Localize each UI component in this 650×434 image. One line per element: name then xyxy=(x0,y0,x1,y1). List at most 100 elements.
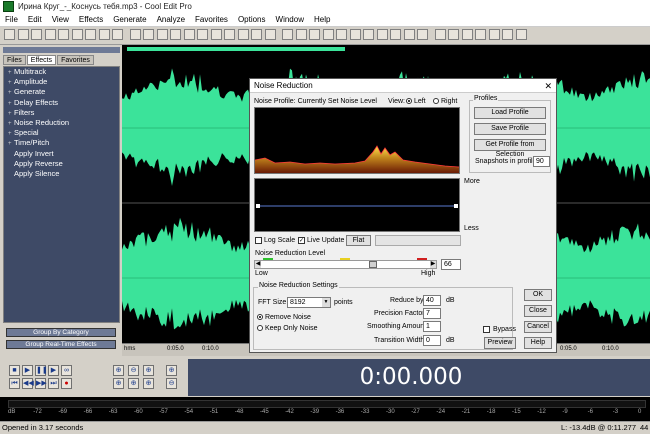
toolbar-button-icon[interactable] xyxy=(183,29,195,40)
toolbar-button-icon[interactable] xyxy=(282,29,293,40)
zoom-out-vertical-icon[interactable]: ⊖ xyxy=(166,378,177,389)
effects-list-item[interactable]: + Generate xyxy=(4,87,119,97)
stop-button[interactable]: ■ xyxy=(9,365,20,376)
toolbar-button-icon[interactable] xyxy=(44,29,56,40)
toolbar-button-icon[interactable] xyxy=(322,29,334,40)
toolbar-button-icon[interactable] xyxy=(403,29,415,40)
effects-list-item[interactable]: + Noise Reduction xyxy=(4,118,119,128)
toolbar-button-icon[interactable] xyxy=(112,29,123,40)
curve-handle-left[interactable] xyxy=(256,204,260,208)
toolbar-button-icon[interactable] xyxy=(475,29,486,40)
toolbar-button-icon[interactable] xyxy=(502,29,513,40)
toolbar-button-icon[interactable] xyxy=(170,29,181,40)
zoom-full-icon[interactable]: ⊕ xyxy=(143,365,154,376)
tab-effects[interactable]: Effects xyxy=(26,55,57,65)
ok-button[interactable]: OK xyxy=(524,289,552,301)
chevron-down-icon[interactable]: ▼ xyxy=(322,298,330,307)
nr-level-slider[interactable]: ◀ ▶ xyxy=(254,260,437,269)
live-update-checkbox[interactable]: ✓ xyxy=(298,237,305,244)
toolbar-button-icon[interactable] xyxy=(434,29,446,40)
menu-options[interactable]: Options xyxy=(233,15,271,24)
effects-list-item[interactable]: + Filters xyxy=(4,108,119,118)
close-icon[interactable]: ✕ xyxy=(544,79,552,93)
reduce-by-input[interactable]: 40 xyxy=(423,295,441,306)
group-by-category-button[interactable]: Group By Category xyxy=(6,328,116,337)
help-button[interactable]: Help xyxy=(524,337,552,349)
flat-button[interactable]: Flat xyxy=(346,235,371,246)
effects-list-item[interactable]: + Special xyxy=(4,128,119,138)
reduction-curve[interactable] xyxy=(255,179,459,231)
nr-level-thumb[interactable] xyxy=(368,261,377,268)
loop-button[interactable]: ∞ xyxy=(61,365,72,376)
remove-noise-radio[interactable]: Remove Noise xyxy=(257,314,311,321)
smoothing-input[interactable]: 1 xyxy=(423,321,441,332)
effects-list-item[interactable]: Apply Reverse xyxy=(4,159,119,169)
toolbar-button-icon[interactable] xyxy=(197,29,208,40)
toolbar-button-icon[interactable] xyxy=(85,29,96,40)
snapshots-input[interactable]: 90 xyxy=(533,156,550,167)
toolbar-button-icon[interactable] xyxy=(336,29,347,40)
menu-favorites[interactable]: Favorites xyxy=(190,15,233,24)
toolbar-button-icon[interactable] xyxy=(98,29,110,40)
toolbar-button-icon[interactable] xyxy=(143,29,154,40)
toolbar-button-icon[interactable] xyxy=(129,29,141,40)
log-scale-checkbox[interactable] xyxy=(255,237,262,244)
slider-right-arrow-icon[interactable]: ▶ xyxy=(430,261,436,268)
toolbar-button-icon[interactable] xyxy=(349,29,361,40)
toolbar-button-icon[interactable] xyxy=(488,29,500,40)
toolbar-button-icon[interactable] xyxy=(363,29,374,40)
go-to-end-button[interactable]: ⏭ xyxy=(48,378,59,389)
load-profile-button[interactable]: Load Profile xyxy=(474,107,546,119)
curve-handle-right[interactable] xyxy=(454,204,458,208)
zoom-out-horizontal-icon[interactable]: ⊖ xyxy=(128,365,139,376)
toolbar-button-icon[interactable] xyxy=(417,29,428,40)
save-profile-button[interactable]: Save Profile xyxy=(474,123,546,135)
zoom-in-vertical-icon[interactable]: ⊕ xyxy=(166,365,177,376)
slider-left-arrow-icon[interactable]: ◀ xyxy=(255,261,261,268)
toolbar-button-icon[interactable] xyxy=(390,29,401,40)
close-button[interactable]: Close xyxy=(524,305,552,317)
toolbar-button-icon[interactable] xyxy=(210,29,222,40)
toolbar-button-icon[interactable] xyxy=(376,29,388,40)
toolbar-button-icon[interactable] xyxy=(515,29,527,40)
group-realtime-button[interactable]: Group Real-Time Effects xyxy=(6,340,116,349)
zoom-right-icon[interactable]: ⊕ xyxy=(128,378,139,389)
toolbar-button-icon[interactable] xyxy=(309,29,320,40)
toolbar-button-icon[interactable] xyxy=(264,29,276,40)
bypass-checkbox[interactable] xyxy=(483,326,490,333)
view-left-radio[interactable]: Left xyxy=(406,98,426,105)
zoom-left-icon[interactable]: ⊕ xyxy=(113,378,124,389)
effects-list-item[interactable]: + Multitrack xyxy=(4,67,119,77)
toolbar-button-icon[interactable] xyxy=(17,29,29,40)
menu-window[interactable]: Window xyxy=(271,15,309,24)
effects-list-item[interactable]: Apply Silence xyxy=(4,169,119,179)
view-right-radio[interactable]: Right xyxy=(433,98,457,105)
transition-input[interactable]: 0 xyxy=(423,335,441,346)
pause-button[interactable]: ❚❚ xyxy=(35,365,48,376)
menu-view[interactable]: View xyxy=(47,15,74,24)
toolbar-button-icon[interactable] xyxy=(251,29,262,40)
keep-noise-radio[interactable]: Keep Only Noise xyxy=(257,325,317,332)
precision-input[interactable]: 7 xyxy=(423,308,441,319)
toolbar-button-icon[interactable] xyxy=(224,29,235,40)
menu-help[interactable]: Help xyxy=(309,15,335,24)
get-profile-button[interactable]: Get Profile from Selection xyxy=(474,139,546,158)
play-to-end-button[interactable]: ▶ xyxy=(48,365,59,376)
play-button[interactable]: ▶ xyxy=(22,365,33,376)
zoom-in-horizontal-icon[interactable]: ⊕ xyxy=(113,365,124,376)
zoom-selection-icon[interactable]: ⊕ xyxy=(143,378,154,389)
fft-size-select[interactable]: 8192 ▼ xyxy=(287,297,331,308)
effects-list-item[interactable]: + Time/Pitch xyxy=(4,138,119,148)
toolbar-button-icon[interactable] xyxy=(71,29,83,40)
toolbar-button-icon[interactable] xyxy=(295,29,307,40)
overview-bar[interactable] xyxy=(122,45,650,53)
toolbar-button-icon[interactable] xyxy=(156,29,168,40)
fast-forward-button[interactable]: ▶▶ xyxy=(35,378,47,389)
effects-list-item[interactable]: Apply Invert xyxy=(4,149,119,159)
record-button[interactable]: ● xyxy=(61,378,72,389)
effects-list-item[interactable]: + Amplitude xyxy=(4,77,119,87)
preview-button[interactable]: Preview xyxy=(484,337,516,349)
visible-range-indicator[interactable] xyxy=(127,47,345,51)
nr-level-input[interactable]: 66 xyxy=(441,259,461,270)
menu-generate[interactable]: Generate xyxy=(108,15,151,24)
